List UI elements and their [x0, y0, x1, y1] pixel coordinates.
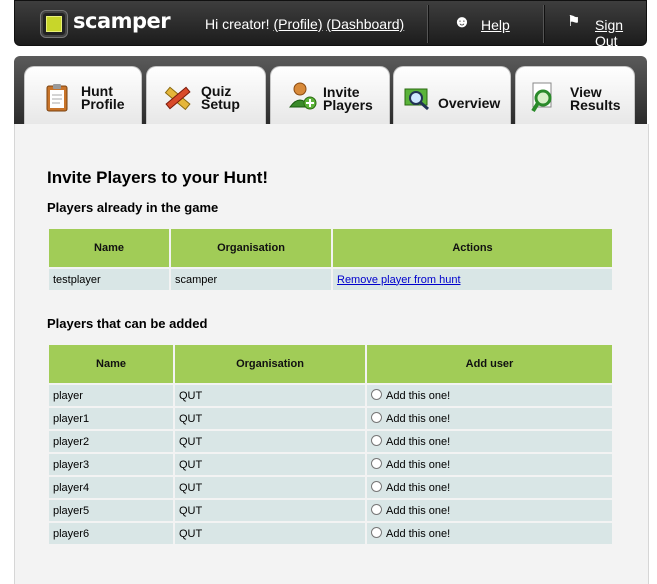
table-row: player4 QUT Add this one!	[49, 477, 612, 498]
column-header: Organisation	[175, 345, 365, 383]
column-header: Add user	[367, 345, 612, 383]
player-organisation: QUT	[175, 408, 365, 429]
map-magnifier-icon	[404, 88, 429, 111]
table-header-row: Name Organisation Add user	[49, 345, 612, 383]
tab-overview[interactable]: Overview	[393, 66, 511, 124]
column-header: Actions	[333, 229, 612, 267]
player-organisation: QUT	[175, 385, 365, 406]
add-user-radio[interactable]	[371, 527, 382, 538]
add-user-cell[interactable]: Add this one!	[367, 500, 612, 521]
greeting-text: Hi creator!	[205, 16, 270, 32]
table-row: testplayer scamper Remove player from hu…	[49, 269, 612, 290]
addable-players-heading: Players that can be added	[47, 316, 208, 331]
add-user-radio[interactable]	[371, 504, 382, 515]
table-row: player3 QUT Add this one!	[49, 454, 612, 475]
player-name: player5	[49, 500, 173, 521]
add-user-label[interactable]: Add this one!	[386, 459, 450, 471]
player-organisation: QUT	[175, 477, 365, 498]
tab-label: Overview	[438, 95, 501, 111]
table-header-row: Name Organisation Actions	[49, 229, 612, 267]
addable-players-table: Name Organisation Add user player QUT Ad…	[47, 343, 614, 546]
existing-players-heading: Players already in the game	[47, 200, 219, 215]
add-user-label[interactable]: Add this one!	[386, 390, 450, 402]
pencil-ruler-icon	[164, 86, 191, 111]
tab-label: Invite Players	[323, 84, 373, 113]
add-user-label[interactable]: Add this one!	[386, 528, 450, 540]
remove-player-link[interactable]: Remove player from hunt	[337, 274, 461, 286]
add-user-radio[interactable]	[371, 481, 382, 492]
player-name: player4	[49, 477, 173, 498]
action-cell: Remove player from hunt	[333, 269, 612, 290]
dashboard-link[interactable]: (Dashboard)	[326, 16, 404, 32]
help-face-icon[interactable]: ☻	[453, 13, 471, 31]
player-organisation: QUT	[175, 500, 365, 521]
player-organisation: QUT	[175, 431, 365, 452]
user-add-icon	[289, 82, 317, 110]
add-user-label[interactable]: Add this one!	[386, 482, 450, 494]
help-link[interactable]: Help	[481, 17, 510, 33]
document-search-icon	[531, 82, 552, 113]
table-row: player2 QUT Add this one!	[49, 431, 612, 452]
add-user-cell[interactable]: Add this one!	[367, 477, 612, 498]
table-row: player1 QUT Add this one!	[49, 408, 612, 429]
existing-players-table: Name Organisation Actions testplayer sca…	[47, 227, 614, 292]
player-organisation: scamper	[171, 269, 331, 290]
add-user-label[interactable]: Add this one!	[386, 413, 450, 425]
add-user-cell[interactable]: Add this one!	[367, 454, 612, 475]
table-row: player QUT Add this one!	[49, 385, 612, 406]
add-user-radio[interactable]	[371, 435, 382, 446]
tab-label: Quiz Setup	[201, 83, 240, 112]
add-user-radio[interactable]	[371, 458, 382, 469]
tab-quiz-setup[interactable]: Quiz Setup	[146, 66, 266, 124]
header-divider	[543, 5, 545, 43]
add-user-label[interactable]: Add this one!	[386, 505, 450, 517]
player-name: testplayer	[49, 269, 169, 290]
add-user-label[interactable]: Add this one!	[386, 436, 450, 448]
player-name: player3	[49, 454, 173, 475]
tab-invite-players[interactable]: Invite Players	[270, 66, 390, 124]
add-user-cell[interactable]: Add this one!	[367, 408, 612, 429]
add-user-cell[interactable]: Add this one!	[367, 431, 612, 452]
header-divider	[427, 5, 429, 43]
scamper-logo-icon[interactable]	[40, 10, 68, 38]
player-name: player2	[49, 431, 173, 452]
add-user-radio[interactable]	[371, 389, 382, 400]
logo-text[interactable]: scamper	[73, 9, 171, 33]
add-user-cell[interactable]: Add this one!	[367, 385, 612, 406]
profile-link[interactable]: (Profile)	[273, 16, 322, 32]
tab-view-results[interactable]: View Results	[515, 66, 635, 124]
player-name: player6	[49, 523, 173, 544]
table-row: player5 QUT Add this one!	[49, 500, 612, 521]
add-user-radio[interactable]	[371, 412, 382, 423]
greeting: Hi creator! (Profile) (Dashboard)	[205, 16, 404, 32]
tab-label: Hunt Profile	[81, 83, 125, 112]
player-name: player	[49, 385, 173, 406]
player-name: player1	[49, 408, 173, 429]
checkered-flag-icon[interactable]: ⚑	[567, 13, 585, 31]
column-header: Name	[49, 229, 169, 267]
page-title: Invite Players to your Hunt!	[47, 168, 269, 187]
top-header: scamper Hi creator! (Profile) (Dashboard…	[14, 0, 647, 49]
table-row: player6 QUT Add this one!	[49, 523, 612, 544]
sign-out-link[interactable]: Sign Out	[595, 17, 646, 49]
add-user-cell[interactable]: Add this one!	[367, 523, 612, 544]
player-organisation: QUT	[175, 454, 365, 475]
clipboard-icon	[46, 84, 68, 112]
column-header: Name	[49, 345, 173, 383]
tab-hunt-profile[interactable]: Hunt Profile	[24, 66, 142, 124]
player-organisation: QUT	[175, 523, 365, 544]
tab-label: View Results	[570, 84, 621, 113]
column-header: Organisation	[171, 229, 331, 267]
